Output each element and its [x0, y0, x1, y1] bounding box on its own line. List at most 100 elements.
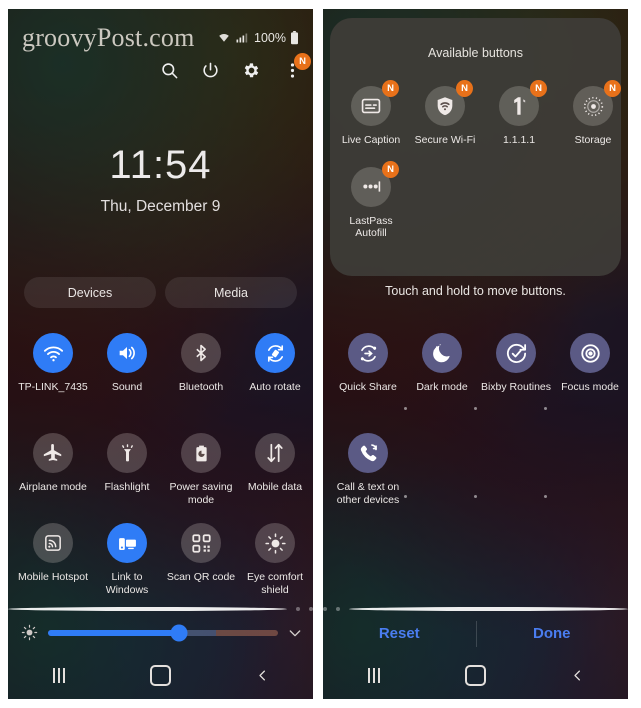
- recents-icon: [367, 667, 380, 683]
- focus-mode-icon: [570, 333, 610, 373]
- live-caption-icon: N: [351, 80, 399, 126]
- done-button[interactable]: Done: [476, 625, 629, 642]
- home-button[interactable]: [455, 655, 495, 695]
- brightness-knob[interactable]: [170, 624, 188, 641]
- action-divider: [475, 621, 477, 647]
- power-icon[interactable]: [199, 59, 221, 81]
- devices-pill[interactable]: Devices: [24, 277, 156, 308]
- cellular-signal-icon: [235, 32, 248, 44]
- moon-icon: [422, 333, 462, 373]
- tile-mobile-data[interactable]: Mobile data: [238, 427, 312, 506]
- home-button[interactable]: [140, 655, 180, 695]
- available-tile-lastpass-autofill[interactable]: N LastPass Autofill: [334, 160, 408, 240]
- quick-tile-row-2: Airplane mode Flashlight Power saving mo…: [16, 427, 305, 506]
- tile-sound[interactable]: Sound: [90, 327, 164, 394]
- tile-bluetooth[interactable]: Bluetooth: [164, 327, 238, 394]
- slot-dot: [543, 495, 547, 498]
- slot-dot: [473, 495, 477, 498]
- new-badge: N: [530, 80, 547, 97]
- tile-eye-comfort-shield[interactable]: Eye comfort shield: [238, 517, 312, 596]
- tile-label: LastPass Autofill: [349, 214, 393, 240]
- battery-full-icon: [290, 31, 299, 45]
- tile-scan-qr-code[interactable]: Scan QR code: [164, 517, 238, 596]
- page-dot[interactable]: [336, 607, 340, 611]
- volume-icon: [107, 333, 147, 373]
- tile-label: Airplane mode: [19, 481, 87, 493]
- auto-rotate-icon: [255, 333, 295, 373]
- quick-tile-row-3: Mobile Hotspot Link to Windows Scan QR c…: [16, 517, 305, 596]
- tile-label: Focus mode: [561, 381, 619, 393]
- page-dot[interactable]: [323, 607, 327, 611]
- tile-flashlight[interactable]: Flashlight: [90, 427, 164, 506]
- tile-link-to-windows[interactable]: Link to Windows: [90, 517, 164, 596]
- tile-label: Flashlight: [104, 481, 150, 493]
- available-buttons-card: Available buttons N Live Caption N Secur…: [330, 18, 621, 276]
- secure-wifi-shield-icon: N: [425, 80, 473, 126]
- recents-button[interactable]: [39, 655, 79, 695]
- reset-button[interactable]: Reset: [323, 625, 476, 642]
- hotspot-icon: [33, 523, 73, 563]
- search-icon[interactable]: [158, 59, 180, 81]
- navigation-bar: [8, 651, 313, 699]
- available-tile-storage[interactable]: N Storage: [556, 80, 628, 147]
- tile-label: Eye comfort shield: [246, 571, 304, 596]
- qr-code-icon: [181, 523, 221, 563]
- available-tile-secure-wifi[interactable]: N Secure Wi-Fi: [408, 80, 482, 147]
- back-button[interactable]: [557, 655, 597, 695]
- edit-tile-quick-share[interactable]: Quick Share: [331, 327, 405, 394]
- edit-tile-dark-mode[interactable]: Dark mode: [405, 327, 479, 394]
- tile-airplane-mode[interactable]: Airplane mode: [16, 427, 90, 506]
- slot-dot: [404, 495, 408, 498]
- new-badge: N: [382, 80, 399, 97]
- home-icon: [149, 664, 171, 686]
- back-chevron-icon: [259, 670, 265, 680]
- tile-label: Call & text on other devices: [336, 481, 400, 506]
- one-one-one-one-icon: N: [499, 80, 547, 126]
- airplane-icon: [33, 433, 73, 473]
- brightness-slider[interactable]: [48, 624, 278, 641]
- page-dot[interactable]: [349, 607, 628, 611]
- tile-power-saving-mode[interactable]: Power saving mode: [164, 427, 238, 506]
- bixby-routines-icon: [496, 333, 536, 373]
- call-text-other-devices-icon: [348, 433, 388, 473]
- slot-dot: [404, 407, 408, 410]
- devices-media-row: Devices Media: [24, 277, 297, 308]
- tile-label: Scan QR code: [166, 571, 236, 583]
- slot-dot: [473, 407, 477, 410]
- tile-mobile-hotspot[interactable]: Mobile Hotspot: [16, 517, 90, 596]
- tile-label: Mobile data: [247, 481, 303, 493]
- edit-tile-bixby-routines[interactable]: Bixby Routines: [479, 327, 553, 394]
- new-badge: N: [382, 160, 399, 178]
- home-icon: [464, 664, 486, 686]
- clock-date: Thu, December 9: [100, 198, 221, 215]
- recents-button[interactable]: [354, 655, 394, 695]
- chevron-down-icon[interactable]: [287, 625, 303, 641]
- tile-label: Storage: [574, 134, 612, 146]
- available-buttons-title: Available buttons: [428, 46, 523, 60]
- new-badge: N: [294, 53, 311, 70]
- tile-label: TP-LINK_7435: [18, 381, 88, 393]
- gear-icon[interactable]: [240, 59, 262, 81]
- brightness-row: [20, 623, 303, 642]
- link-to-windows-icon: [107, 523, 147, 563]
- page-dot[interactable]: [296, 607, 300, 611]
- tile-auto-rotate[interactable]: Auto rotate: [238, 327, 312, 394]
- tile-wifi[interactable]: TP-LINK_7435: [16, 327, 90, 394]
- new-badge: N: [456, 80, 473, 97]
- brightness-icon: [20, 623, 39, 642]
- back-button[interactable]: [242, 655, 282, 695]
- more-options-icon[interactable]: N: [281, 53, 311, 81]
- available-tile-1111[interactable]: N 1.1.1.1: [482, 80, 556, 147]
- clock-time: 11:54: [109, 143, 212, 187]
- edit-hint-text: Touch and hold to move buttons.: [385, 284, 566, 298]
- page-indicator: [323, 607, 628, 611]
- page-dot[interactable]: [309, 607, 313, 611]
- tile-label: Sound: [111, 381, 143, 393]
- tile-label: Bixby Routines: [480, 381, 552, 393]
- edit-tile-focus-mode[interactable]: Focus mode: [553, 327, 627, 394]
- available-tile-live-caption[interactable]: N Live Caption: [334, 80, 408, 147]
- page-dot[interactable]: [8, 607, 287, 611]
- media-pill[interactable]: Media: [165, 277, 297, 308]
- header-icon-row: N: [158, 53, 311, 81]
- new-badge: N: [604, 80, 621, 97]
